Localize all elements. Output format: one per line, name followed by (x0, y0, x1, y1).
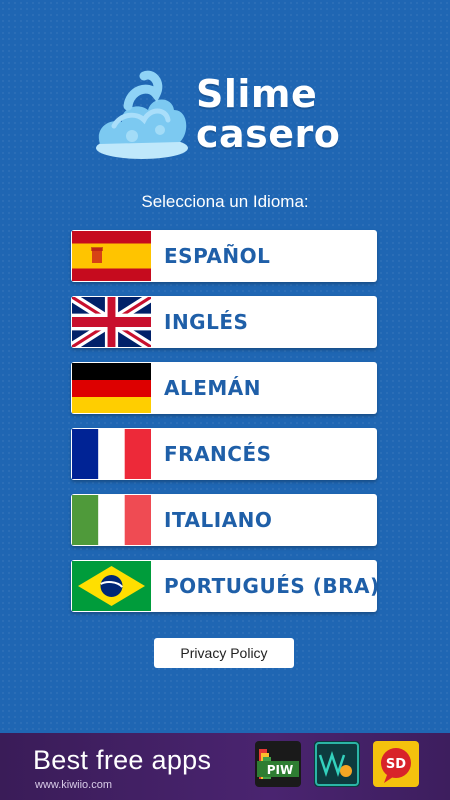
language-button-german[interactable]: ALEMÁN (71, 362, 377, 414)
brazil-flag-icon (72, 561, 151, 611)
language-label: FRANCÉS (164, 442, 272, 466)
language-button-spanish[interactable]: ESPAÑOL (71, 230, 377, 282)
language-label: ESPAÑOL (164, 244, 271, 268)
language-label: ALEMÁN (164, 376, 262, 400)
spain-flag-icon (72, 231, 151, 281)
ad-headline: Best free apps (33, 745, 212, 775)
ad-url: www.kiwiio.com (35, 779, 113, 791)
language-button-english[interactable]: INGLÉS (71, 296, 377, 348)
germany-flag-icon (72, 363, 151, 413)
language-button-french[interactable]: FRANCÉS (71, 428, 377, 480)
language-label: ITALIANO (164, 508, 273, 532)
sd-app-label: SD (386, 757, 406, 772)
language-label: INGLÉS (164, 310, 249, 334)
piw-app-label: PIW (267, 763, 294, 777)
italy-flag-icon (72, 495, 151, 545)
language-button-portuguese[interactable]: PORTUGUÉS (BRA) (71, 560, 380, 612)
language-label: PORTUGUÉS (BRA) (164, 574, 380, 598)
piw-app-icon[interactable]: PIW (255, 741, 301, 787)
app-title-line2: casero (196, 112, 341, 156)
privacy-policy-button[interactable]: Privacy Policy (154, 638, 294, 668)
app-title: Slime casero (196, 74, 340, 154)
language-button-italian[interactable]: ITALIANO (71, 494, 377, 546)
france-flag-icon (72, 429, 151, 479)
uk-flag-icon (72, 297, 151, 347)
sd-app-icon[interactable]: SD (373, 741, 419, 787)
slime-icon (96, 70, 188, 159)
app-logo: Slime casero (92, 66, 342, 166)
language-prompt: Selecciona un Idioma: (141, 192, 309, 211)
waveform-app-icon[interactable] (314, 741, 360, 787)
app-title-line1: Slime (196, 72, 318, 116)
ad-banner[interactable]: Best free apps www.kiwiio.com PIW SD (0, 733, 450, 800)
